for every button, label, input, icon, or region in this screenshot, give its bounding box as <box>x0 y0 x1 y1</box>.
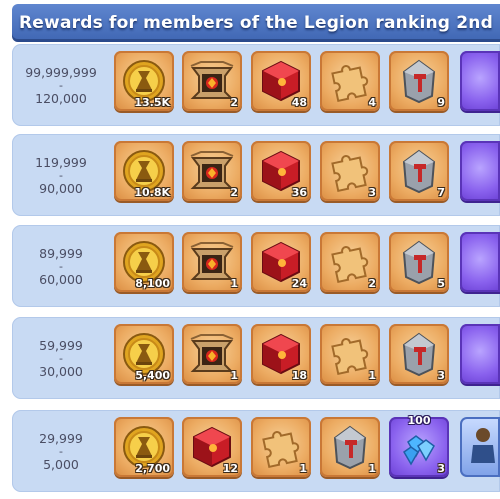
reward-tier-5: 29,999 - 5,000 2,700 12 1 1 100 3 <box>12 410 500 492</box>
reward-slot-frame[interactable]: 2 <box>182 141 242 201</box>
item-quantity: 10.8K <box>134 186 170 199</box>
reward-slot-coin[interactable]: 13.5K <box>114 51 174 111</box>
item-quantity: 8,100 <box>135 277 170 290</box>
rewards-header: Rewards for members of the Legion rankin… <box>12 4 500 42</box>
reward-slot-coin[interactable]: 10.8K <box>114 141 174 201</box>
reward-slot-coin[interactable]: 5,400 <box>114 324 174 384</box>
reward-slot-more[interactable] <box>460 232 500 292</box>
tier-range: 99,999,999 - 120,000 <box>12 44 110 126</box>
item-quantity: 48 <box>291 96 307 109</box>
range-dash: - <box>59 78 63 92</box>
range-low: 30,000 <box>39 363 83 379</box>
range-low: 5,000 <box>43 456 79 472</box>
reward-slot-frame[interactable]: 1 <box>182 324 242 384</box>
reward-slot-puzzle[interactable]: 4 <box>320 51 380 111</box>
reward-tier-4: 59,999 - 30,000 5,400 1 18 1 3 <box>12 317 500 399</box>
item-quantity: 3 <box>368 186 376 199</box>
reward-slot-cube[interactable]: 48 <box>251 51 311 111</box>
range-high: 59,999 <box>39 337 83 353</box>
reward-slot-gems[interactable]: 100 3 <box>389 414 449 477</box>
page-title: Rewards for members of the Legion rankin… <box>19 13 493 33</box>
range-high: 29,999 <box>39 430 83 446</box>
item-quantity: 13.5K <box>134 96 170 109</box>
item-quantity: 1 <box>230 369 238 382</box>
item-quantity: 1 <box>368 369 376 382</box>
reward-slot-cube[interactable]: 24 <box>251 232 311 292</box>
range-low: 120,000 <box>35 90 87 106</box>
item-quantity: 2 <box>368 277 376 290</box>
tier-range: 29,999 - 5,000 <box>12 410 110 492</box>
reward-tier-3: 89,999 - 60,000 8,100 1 24 2 5 <box>12 225 500 307</box>
item-quantity: 1 <box>230 277 238 290</box>
range-low: 90,000 <box>39 180 83 196</box>
reward-tier-2: 119,999 - 90,000 10.8K 2 36 3 7 <box>12 134 500 216</box>
item-quantity: 12 <box>222 462 238 475</box>
reward-slot-frame[interactable]: 2 <box>182 51 242 111</box>
reward-slot-puzzle[interactable]: 1 <box>251 417 311 477</box>
item-quantity: 1 <box>299 462 307 475</box>
item-quantity: 5,400 <box>135 369 170 382</box>
reward-slot-more[interactable] <box>460 51 500 111</box>
tier-range: 89,999 - 60,000 <box>12 225 110 307</box>
reward-slot-puzzle[interactable]: 3 <box>320 141 380 201</box>
item-quantity: 1 <box>368 462 376 475</box>
reward-slot-more[interactable] <box>460 141 500 201</box>
item-quantity: 2 <box>230 186 238 199</box>
tier-range: 59,999 - 30,000 <box>12 317 110 399</box>
reward-slot-stone[interactable]: 1 <box>320 417 380 477</box>
range-dash: - <box>59 351 63 365</box>
range-dash: - <box>59 444 63 458</box>
reward-slot-cube[interactable]: 18 <box>251 324 311 384</box>
range-low: 60,000 <box>39 271 83 287</box>
range-high: 89,999 <box>39 245 83 261</box>
item-quantity: 7 <box>437 186 445 199</box>
item-quantity: 4 <box>368 96 376 109</box>
reward-slot-frame[interactable]: 1 <box>182 232 242 292</box>
item-quantity: 36 <box>291 186 307 199</box>
reward-slot-stone[interactable]: 7 <box>389 141 449 201</box>
reward-slot-puzzle[interactable]: 2 <box>320 232 380 292</box>
reward-slot-coin[interactable]: 8,100 <box>114 232 174 292</box>
reward-slot-cube[interactable]: 36 <box>251 141 311 201</box>
range-dash: - <box>59 259 63 273</box>
range-dash: - <box>59 168 63 182</box>
reward-slot-stone[interactable]: 9 <box>389 51 449 111</box>
item-quantity: 9 <box>437 96 445 109</box>
reward-slot-puzzle[interactable]: 1 <box>320 324 380 384</box>
reward-slot-coin[interactable]: 2,700 <box>114 417 174 477</box>
item-top-label: 100 <box>407 414 431 427</box>
range-high: 119,999 <box>35 154 87 170</box>
reward-slot-more[interactable] <box>460 417 500 477</box>
item-quantity: 5 <box>437 277 445 290</box>
reward-slot-stone[interactable]: 3 <box>389 324 449 384</box>
range-high: 99,999,999 <box>25 64 97 80</box>
item-quantity: 2 <box>230 96 238 109</box>
reward-slot-cube[interactable]: 12 <box>182 417 242 477</box>
item-quantity: 2,700 <box>135 462 170 475</box>
item-quantity: 24 <box>291 277 307 290</box>
item-quantity: 18 <box>291 369 307 382</box>
tier-range: 119,999 - 90,000 <box>12 134 110 216</box>
reward-tier-1: 99,999,999 - 120,000 13.5K 2 48 4 9 <box>12 44 500 126</box>
reward-slot-more[interactable] <box>460 324 500 384</box>
reward-slot-stone[interactable]: 5 <box>389 232 449 292</box>
item-quantity: 3 <box>437 462 445 475</box>
item-quantity: 3 <box>437 369 445 382</box>
